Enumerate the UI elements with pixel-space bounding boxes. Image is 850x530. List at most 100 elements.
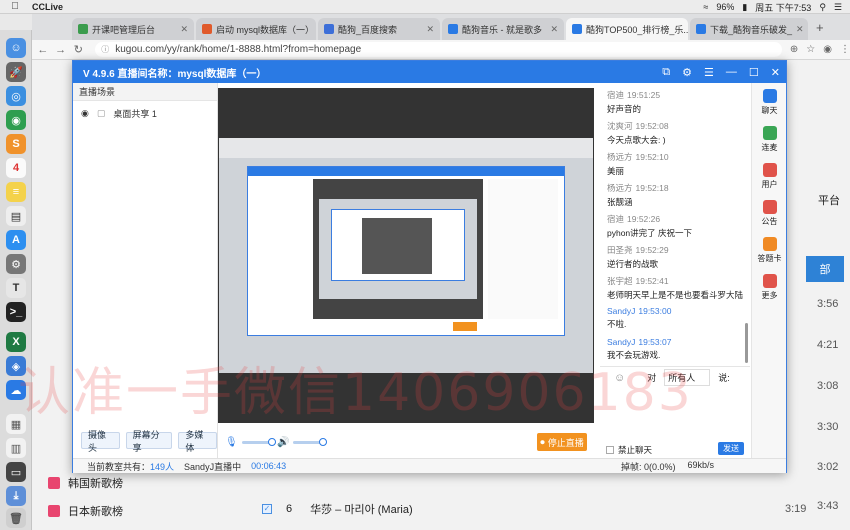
bookmark-star-icon[interactable]: ☆: [806, 44, 815, 55]
tool-button[interactable]: 用户: [752, 163, 787, 190]
close-icon[interactable]: ✕: [426, 24, 434, 35]
finder-icon[interactable]: ☺: [6, 38, 26, 58]
gear-icon[interactable]: ⚙: [682, 66, 692, 79]
message-time: 19:52:18: [635, 183, 669, 193]
launchpad-icon[interactable]: 🚀: [6, 62, 26, 82]
search-icon[interactable]: ⚲: [819, 2, 826, 13]
close-icon[interactable]: ✕: [796, 24, 804, 35]
song-checkbox[interactable]: ✓: [262, 504, 272, 514]
safari-icon[interactable]: ◎: [6, 86, 26, 106]
rank-item-korea[interactable]: 韩国新歌榜: [48, 475, 123, 491]
window-icon[interactable]: ▭: [6, 462, 26, 482]
video-preview[interactable]: [218, 88, 594, 423]
terminal-icon[interactable]: >_: [6, 302, 26, 322]
chat-input[interactable]: [600, 388, 750, 446]
tool-button[interactable]: 答题卡: [752, 237, 787, 264]
document-icon[interactable]: ▦: [6, 414, 26, 434]
chrome-icon[interactable]: ◉: [6, 110, 26, 130]
tool-button[interactable]: 聊天: [752, 89, 787, 116]
chat-list[interactable]: 宿迪 19:51:25 好声音的 沈爽河 19:52:08 今天点歌大会: ) 杨远方 19:…: [600, 83, 750, 366]
menu-list-icon[interactable]: ☰: [834, 2, 842, 13]
rank-flag-icon: [48, 477, 60, 489]
notes-icon[interactable]: ≡: [6, 182, 26, 202]
scene-header: 直播场景: [73, 83, 217, 101]
minimize-icon[interactable]: —: [726, 66, 737, 78]
excel-icon[interactable]: X: [6, 332, 26, 352]
eye-icon[interactable]: ◉: [81, 108, 89, 119]
multimedia-button[interactable]: 多媒体: [178, 430, 217, 453]
wifi-icon[interactable]: ≈: [703, 2, 708, 12]
menu-icon[interactable]: ☰: [704, 66, 714, 79]
tab-mysql[interactable]: 启动 mysql数据库（一） ✕: [196, 18, 316, 40]
tab-kugou-top500[interactable]: 酷狗TOP500_排行榜_乐... ✕: [566, 18, 688, 40]
emoji-icon[interactable]: ☺: [614, 372, 625, 384]
speaker-control[interactable]: 🔊: [277, 437, 328, 448]
desktop-share-item[interactable]: ◉ ▢ 桌面共享 1: [81, 107, 157, 120]
shared-chat: [488, 179, 558, 319]
stickies-icon[interactable]: ▤: [6, 206, 26, 226]
calendar-icon[interactable]: 4: [6, 158, 26, 178]
sublime-icon[interactable]: S: [6, 134, 26, 154]
chat-footer: 禁止聊天 发送: [600, 442, 750, 458]
sender-name: 沈爽河: [607, 121, 633, 131]
kugou-favicon-icon: [696, 24, 706, 34]
tab-download[interactable]: 下载_酷狗音乐破发_ ✕: [690, 18, 808, 40]
song-name[interactable]: 华莎 – 마리아 (Maria): [310, 501, 412, 517]
menu-clock[interactable]: 周五 下午7:53: [755, 1, 811, 14]
song-row[interactable]: ✓ 6 华莎 – 마리아 (Maria): [262, 501, 413, 517]
forward-icon[interactable]: →: [54, 44, 68, 56]
speaker-volume-slider[interactable]: [293, 438, 328, 446]
dock: ☺ 🚀 ◎ ◉ S 4 ≡ ▤ A ⚙ T >_ X ◈ ☁ ▦ ▥ ▭ ⤓ 🗑: [0, 30, 32, 530]
stop-live-button[interactable]: ⏺ 停止直播: [537, 433, 587, 451]
cclive-icon[interactable]: ☁: [6, 380, 26, 400]
microphone-icon[interactable]: 🎙: [225, 437, 238, 448]
camera-button[interactable]: 摄像头: [81, 430, 120, 453]
song-duration: 4:21: [817, 339, 839, 351]
rank-item-japan[interactable]: 日本新歌榜: [48, 503, 123, 519]
downloads-icon[interactable]: ⤓: [6, 486, 26, 506]
app-menu-name[interactable]: CCLive: [32, 2, 63, 12]
close-icon[interactable]: ✕: [771, 66, 780, 79]
maximize-icon[interactable]: ☐: [749, 66, 759, 79]
target-select[interactable]: 所有人: [664, 369, 711, 386]
tool-button[interactable]: 更多: [752, 274, 787, 301]
message-text: 我不会玩游戏.: [607, 350, 661, 360]
mic-control[interactable]: 🎙: [225, 437, 276, 448]
appstore-icon[interactable]: A: [6, 230, 26, 250]
screen-share-button[interactable]: 屏幕分享: [125, 430, 173, 453]
tool-button[interactable]: 连麦: [752, 126, 787, 153]
back-icon[interactable]: ←: [36, 44, 50, 56]
preview-icon[interactable]: ▥: [6, 438, 26, 458]
typora-icon[interactable]: T: [6, 278, 26, 298]
all-button[interactable]: 部: [806, 256, 844, 282]
reload-icon[interactable]: ↻: [71, 43, 85, 56]
rank-label: 日本新歌榜: [68, 506, 123, 518]
new-tab-button[interactable]: +: [816, 20, 824, 35]
message-text: 不啦.: [607, 319, 627, 329]
settings-icon[interactable]: ⚙: [6, 254, 26, 274]
mute-checkbox[interactable]: [606, 446, 614, 454]
chat-scrollbar[interactable]: [745, 323, 748, 363]
close-icon[interactable]: ✕: [180, 24, 188, 35]
tab-baidu[interactable]: 酷狗_百度搜索 ✕: [318, 18, 440, 40]
mute-label: 禁止聊天: [618, 445, 653, 455]
url-bar[interactable]: ⓘ kugou.com/yy/rank/home/1-8888.html?fro…: [95, 42, 782, 57]
tab-kugou-home[interactable]: 酷狗音乐 - 就是歌多 ✕: [442, 18, 564, 40]
shield-icon: ▢: [96, 108, 106, 118]
kugou-favicon-icon: [572, 24, 582, 34]
trash-icon[interactable]: 🗑: [6, 508, 26, 528]
chat-sender: 宿迪 19:51:25: [607, 89, 660, 101]
send-button[interactable]: 发送: [718, 442, 744, 455]
speaker-icon[interactable]: 🔊: [277, 437, 289, 448]
vscode-icon[interactable]: ◈: [6, 356, 26, 376]
tool-button[interactable]: 公告: [752, 200, 787, 227]
external-icon[interactable]: ⧉: [662, 66, 670, 79]
close-icon[interactable]: ✕: [550, 24, 558, 35]
battery-icon[interactable]: ▮: [742, 2, 747, 13]
apple-icon[interactable]: : [8, 1, 22, 12]
tab-admin[interactable]: 开课吧管理后台 ✕: [72, 18, 194, 40]
more-icon[interactable]: ⋮: [840, 44, 850, 55]
profile-icon[interactable]: ◉: [823, 44, 832, 55]
mic-volume-slider[interactable]: [241, 438, 276, 446]
zoom-icon[interactable]: ⊕: [790, 44, 798, 55]
